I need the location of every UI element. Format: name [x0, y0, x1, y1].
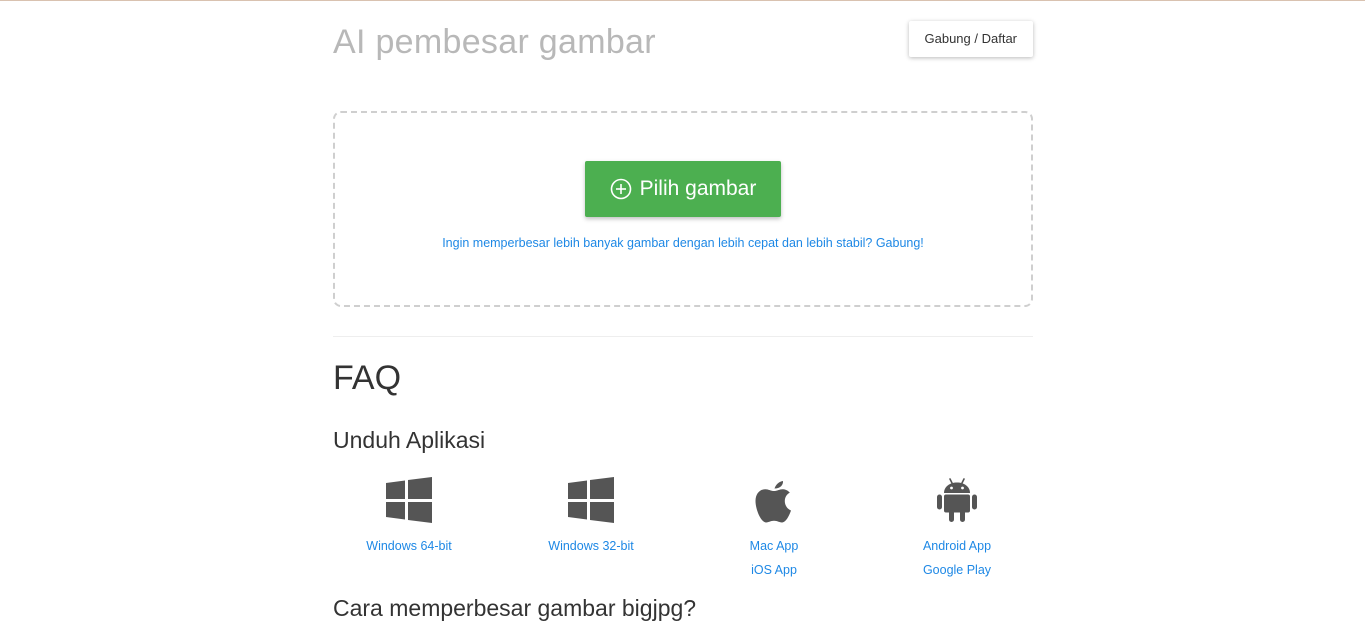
join-faster-link[interactable]: Ingin memperbesar lebih banyak gambar de… — [335, 236, 1031, 250]
page-title: AI pembesar gambar — [333, 23, 656, 61]
google-play-link[interactable]: Google Play — [867, 558, 1047, 582]
apple-icon — [750, 476, 798, 524]
ios-app-link[interactable]: iOS App — [684, 558, 864, 582]
pick-image-label: Pilih gambar — [639, 177, 757, 200]
section-divider — [333, 336, 1033, 337]
android-app-link[interactable]: Android App — [867, 534, 1047, 558]
main-container: AI pembesar gambar Gabung / Daftar Pilih… — [333, 0, 1033, 621]
upload-dropzone[interactable]: Pilih gambar Ingin memperbesar lebih ban… — [333, 111, 1033, 307]
join-register-button[interactable]: Gabung / Daftar — [908, 21, 1033, 57]
windows-icon — [567, 476, 615, 524]
faq-heading: FAQ — [333, 359, 402, 397]
app-windows-64: Windows 64-bit — [319, 476, 499, 558]
mac-app-link[interactable]: Mac App — [684, 534, 864, 558]
app-android: Android App Google Play — [867, 476, 1047, 582]
app-windows-32: Windows 32-bit — [501, 476, 681, 558]
download-apps-heading: Unduh Aplikasi — [333, 427, 486, 453]
app-apple: Mac App iOS App — [684, 476, 864, 582]
add-circle-icon — [610, 178, 632, 200]
pick-image-button[interactable]: Pilih gambar — [585, 161, 781, 217]
howto-heading: Cara memperbesar gambar bigjpg? — [333, 595, 697, 621]
windows-64-link[interactable]: Windows 64-bit — [319, 534, 499, 558]
windows-icon — [385, 476, 433, 524]
windows-32-link[interactable]: Windows 32-bit — [501, 534, 681, 558]
app-download-list: Windows 64-bit Windows 32-bit Mac App iO… — [333, 476, 1033, 586]
header: AI pembesar gambar Gabung / Daftar — [333, 0, 1033, 80]
android-icon — [933, 476, 981, 524]
